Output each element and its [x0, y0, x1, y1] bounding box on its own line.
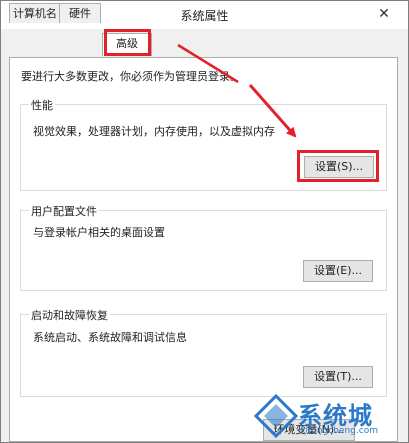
performance-group: 性能 视觉效果，处理器计划，内存使用，以及虚拟内存 设置(S)...	[20, 97, 387, 191]
user-profiles-description: 与登录帐户相关的桌面设置	[33, 226, 165, 239]
tab-advanced[interactable]: 高级	[102, 33, 152, 56]
tab-computer-name[interactable]: 计算机名	[9, 3, 61, 23]
performance-description: 视觉效果，处理器计划，内存使用，以及虚拟内存	[33, 125, 275, 138]
startup-recovery-description: 系统启动、系统故障和调试信息	[33, 331, 187, 344]
environment-variables-button[interactable]: 环境变量(N)...	[263, 419, 355, 441]
startup-recovery-group: 启动和故障恢复 系统启动、系统故障和调试信息 设置(T)...	[20, 307, 387, 397]
user-profiles-group-title: 用户配置文件	[29, 203, 99, 219]
close-button[interactable]: ✕	[374, 5, 394, 23]
admin-notice: 要进行大多数更改，你必须作为管理员登录。	[21, 70, 241, 83]
user-profiles-group: 用户配置文件 与登录帐户相关的桌面设置 设置(E)...	[20, 203, 387, 291]
user-profiles-settings-button[interactable]: 设置(E)...	[303, 260, 373, 282]
performance-group-title: 性能	[29, 97, 55, 113]
startup-recovery-settings-button[interactable]: 设置(T)...	[303, 366, 373, 388]
tab-hardware[interactable]: 硬件	[59, 3, 101, 23]
system-properties-dialog: 系统属性 ✕ 计算机名 硬件 高级 要进行大多数更改，你必须作为管理员登录。 性…	[0, 0, 409, 443]
performance-settings-button[interactable]: 设置(S)...	[304, 156, 374, 178]
startup-recovery-group-title: 启动和故障恢复	[29, 307, 110, 323]
